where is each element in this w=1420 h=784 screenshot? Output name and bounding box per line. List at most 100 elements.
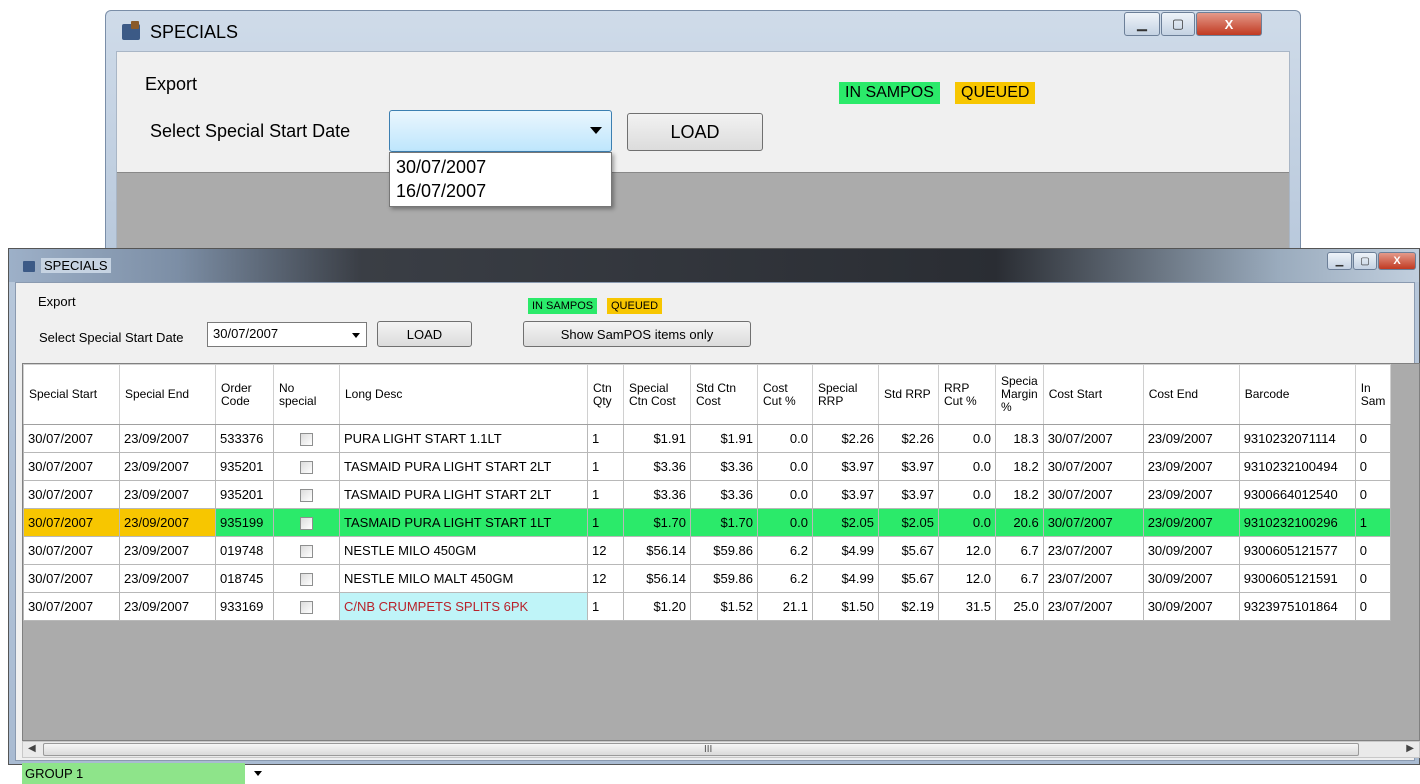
cell-rrp-cut[interactable]: 12.0 [938, 564, 996, 593]
cell-barcode[interactable]: 9323975101864 [1238, 592, 1356, 621]
cell-barcode[interactable]: 9300664012540 [1238, 480, 1356, 509]
cell-cost-start[interactable]: 30/07/2007 [1042, 452, 1144, 481]
cell-ctn-qty[interactable]: 1 [587, 508, 624, 537]
cell-cost-end[interactable]: 30/09/2007 [1142, 536, 1240, 565]
cell-std-ctn-cost[interactable]: $1.52 [690, 592, 758, 621]
cell-special-end[interactable]: 23/09/2007 [119, 592, 216, 621]
cell-long-desc[interactable]: NESTLE MILO MALT 450GM [339, 564, 588, 593]
cell-special-ctn-cost[interactable]: $3.36 [623, 480, 691, 509]
cell-special-start[interactable]: 30/07/2007 [23, 536, 120, 565]
table-row[interactable]: 30/07/2007 23/09/2007 019748 NESTLE MILO… [23, 536, 1392, 565]
cell-std-rrp[interactable]: $2.05 [878, 508, 939, 537]
table-row[interactable]: 30/07/2007 23/09/2007 935201 TASMAID PUR… [23, 452, 1392, 481]
cell-ctn-qty[interactable]: 1 [587, 452, 624, 481]
cell-std-rrp[interactable]: $5.67 [878, 564, 939, 593]
cell-long-desc[interactable]: NESTLE MILO 450GM [339, 536, 588, 565]
cell-no-special[interactable] [273, 592, 340, 621]
no-special-checkbox[interactable] [300, 573, 313, 587]
cell-ctn-qty[interactable]: 12 [587, 564, 624, 593]
cell-cost-start[interactable]: 23/07/2007 [1042, 536, 1144, 565]
col-header[interactable]: Special Ctn Cost [623, 364, 691, 425]
cell-rrp-cut[interactable]: 12.0 [938, 536, 996, 565]
cell-in-sampos[interactable]: 0 [1354, 592, 1392, 621]
cell-no-special[interactable] [273, 452, 340, 481]
no-special-checkbox[interactable] [300, 545, 313, 559]
cell-special-rrp[interactable]: $4.99 [812, 536, 879, 565]
maximize-button[interactable]: ▢ [1353, 252, 1377, 270]
cell-std-rrp[interactable]: $5.67 [878, 536, 939, 565]
cell-cost-cut[interactable]: 0.0 [757, 452, 813, 481]
cell-cost-cut[interactable]: 0.0 [757, 424, 813, 453]
cell-std-rrp[interactable]: $2.19 [878, 592, 939, 621]
cell-special-rrp[interactable]: $2.26 [812, 424, 879, 453]
cell-special-start[interactable]: 30/07/2007 [23, 592, 120, 621]
col-header[interactable]: No special [273, 364, 340, 425]
col-header[interactable]: RRP Cut % [938, 364, 996, 425]
cell-ctn-qty[interactable]: 12 [587, 536, 624, 565]
cell-barcode[interactable]: 9310232100296 [1238, 508, 1356, 537]
dropdown-option[interactable]: 16/07/2007 [396, 179, 605, 203]
no-special-checkbox[interactable] [300, 433, 313, 447]
close-button[interactable]: X [1196, 12, 1262, 36]
cell-special-end[interactable]: 23/09/2007 [119, 536, 216, 565]
cell-special-end[interactable]: 23/09/2007 [119, 508, 216, 537]
cell-margin[interactable]: 25.0 [995, 592, 1044, 621]
cell-special-ctn-cost[interactable]: $1.91 [623, 424, 691, 453]
cell-margin[interactable]: 18.3 [995, 424, 1044, 453]
cell-barcode[interactable]: 9310232100494 [1238, 452, 1356, 481]
cell-special-rrp[interactable]: $3.97 [812, 480, 879, 509]
cell-cost-cut[interactable]: 0.0 [757, 508, 813, 537]
cell-std-rrp[interactable]: $3.97 [878, 480, 939, 509]
no-special-checkbox[interactable] [300, 489, 313, 503]
cell-barcode[interactable]: 9300605121577 [1238, 536, 1356, 565]
table-row[interactable]: 30/07/2007 23/09/2007 018745 NESTLE MILO… [23, 564, 1392, 593]
no-special-checkbox[interactable] [300, 461, 313, 475]
cell-cost-cut[interactable]: 0.0 [757, 480, 813, 509]
cell-std-rrp[interactable]: $2.26 [878, 424, 939, 453]
cell-rrp-cut[interactable]: 0.0 [938, 452, 996, 481]
cell-special-ctn-cost[interactable]: $56.14 [623, 564, 691, 593]
col-header[interactable]: Specia Margin % [995, 364, 1044, 425]
col-header[interactable]: Special End [119, 364, 216, 425]
cell-margin[interactable]: 18.2 [995, 452, 1044, 481]
cell-cost-end[interactable]: 30/09/2007 [1142, 564, 1240, 593]
cell-cost-start[interactable]: 30/07/2007 [1042, 424, 1144, 453]
cell-rrp-cut[interactable]: 0.0 [938, 508, 996, 537]
cell-ctn-qty[interactable]: 1 [587, 480, 624, 509]
cell-no-special[interactable] [273, 508, 340, 537]
load-button[interactable]: LOAD [627, 113, 763, 151]
table-row-in-sampos[interactable]: 30/07/2007 23/09/2007 935199 TASMAID PUR… [23, 508, 1392, 537]
cell-margin[interactable]: 6.7 [995, 536, 1044, 565]
cell-cost-end[interactable]: 23/09/2007 [1142, 508, 1240, 537]
cell-cost-cut[interactable]: 6.2 [757, 536, 813, 565]
col-header[interactable]: Special RRP [812, 364, 879, 425]
cell-long-desc[interactable]: TASMAID PURA LIGHT START 1LT [339, 508, 588, 537]
cell-margin[interactable]: 20.6 [995, 508, 1044, 537]
col-header[interactable]: Order Code [215, 364, 274, 425]
cell-in-sampos[interactable]: 0 [1354, 480, 1392, 509]
cell-in-sampos[interactable]: 0 [1354, 452, 1392, 481]
cell-no-special[interactable] [273, 480, 340, 509]
cell-cost-start[interactable]: 23/07/2007 [1042, 564, 1144, 593]
cell-no-special[interactable] [273, 424, 340, 453]
show-sampos-only-button[interactable]: Show SamPOS items only [523, 321, 751, 347]
cell-special-rrp[interactable]: $2.05 [812, 508, 879, 537]
start-date-combo[interactable] [389, 110, 612, 152]
cell-cost-cut[interactable]: 6.2 [757, 564, 813, 593]
col-header[interactable]: Special Start [23, 364, 120, 425]
cell-std-rrp[interactable]: $3.97 [878, 452, 939, 481]
cell-cost-end[interactable]: 30/09/2007 [1142, 592, 1240, 621]
menu-export[interactable]: Export [145, 74, 197, 95]
cell-order-code[interactable]: 935201 [215, 480, 274, 509]
cell-special-ctn-cost[interactable]: $3.36 [623, 452, 691, 481]
title-bar[interactable]: SPECIALS ▁ ▢ X [9, 249, 1419, 282]
title-bar[interactable]: SPECIALS ▁ ▢ X [106, 11, 1300, 51]
cell-special-end[interactable]: 23/09/2007 [119, 452, 216, 481]
group-combo[interactable]: GROUP 1 [22, 763, 267, 784]
cell-special-end[interactable]: 23/09/2007 [119, 564, 216, 593]
cell-rrp-cut[interactable]: 0.0 [938, 424, 996, 453]
cell-special-rrp[interactable]: $1.50 [812, 592, 879, 621]
load-button[interactable]: LOAD [377, 321, 472, 347]
cell-ctn-qty[interactable]: 1 [587, 424, 624, 453]
start-date-combo[interactable]: 30/07/2007 [207, 322, 367, 347]
